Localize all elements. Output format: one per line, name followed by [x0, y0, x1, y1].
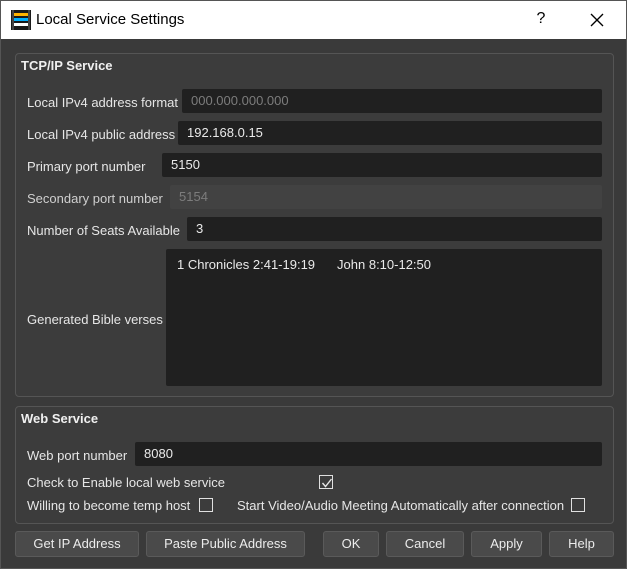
app-icon [11, 10, 31, 30]
help-dialog-button[interactable]: Help [549, 531, 614, 557]
ok-button[interactable]: OK [323, 531, 379, 557]
group-title-web: Web Service [21, 411, 99, 426]
group-title-tcpip: TCP/IP Service [21, 58, 113, 73]
seats-input[interactable]: 3 [187, 217, 602, 241]
ipv4-format-input[interactable]: 000.000.000.000 [182, 89, 602, 113]
verse-item: John 8:10-12:50 [337, 257, 431, 272]
enable-web-label: Check to Enable local web service [27, 475, 225, 490]
paste-public-address-button[interactable]: Paste Public Address [146, 531, 305, 557]
cancel-button[interactable]: Cancel [386, 531, 464, 557]
primary-port-input[interactable]: 5150 [162, 153, 602, 177]
bible-verses-box[interactable]: 1 Chronicles 2:41-19:19 John 8:10-12:50 [166, 249, 602, 386]
settings-dialog: Local Service Settings ? TCP/IP Service … [0, 0, 627, 569]
secondary-port-input[interactable]: 5154 [170, 185, 602, 209]
enable-web-checkbox[interactable] [319, 475, 333, 489]
seats-label: Number of Seats Available [27, 223, 180, 238]
get-ip-address-button[interactable]: Get IP Address [15, 531, 139, 557]
ipv4-public-label: Local IPv4 public address [27, 127, 176, 142]
checkmark-icon [321, 478, 333, 488]
ipv4-public-input[interactable]: 192.168.0.15 [178, 121, 602, 145]
close-button[interactable] [583, 7, 611, 33]
primary-port-label: Primary port number [27, 159, 146, 174]
web-service-group: Web Service Web port number 8080 Check t… [15, 406, 614, 524]
title-bar: Local Service Settings ? [1, 1, 626, 39]
auto-meeting-label: Start Video/Audio Meeting Automatically … [237, 498, 565, 513]
verse-item: 1 Chronicles 2:41-19:19 [177, 257, 316, 272]
web-port-input[interactable]: 8080 [135, 442, 602, 466]
temp-host-label: Willing to become temp host [27, 498, 191, 513]
apply-button[interactable]: Apply [471, 531, 542, 557]
close-icon [590, 13, 604, 27]
window-title: Local Service Settings [36, 11, 185, 28]
secondary-port-label: Secondary port number [27, 191, 163, 206]
ipv4-format-label: Local IPv4 address format [27, 95, 179, 110]
bible-verses-label: Generated Bible verses [27, 312, 163, 327]
tcpip-service-group: TCP/IP Service Local IPv4 address format… [15, 53, 614, 397]
web-port-label: Web port number [27, 448, 128, 463]
auto-meeting-checkbox[interactable] [571, 498, 585, 512]
help-button[interactable]: ? [529, 7, 553, 31]
temp-host-checkbox[interactable] [199, 498, 213, 512]
